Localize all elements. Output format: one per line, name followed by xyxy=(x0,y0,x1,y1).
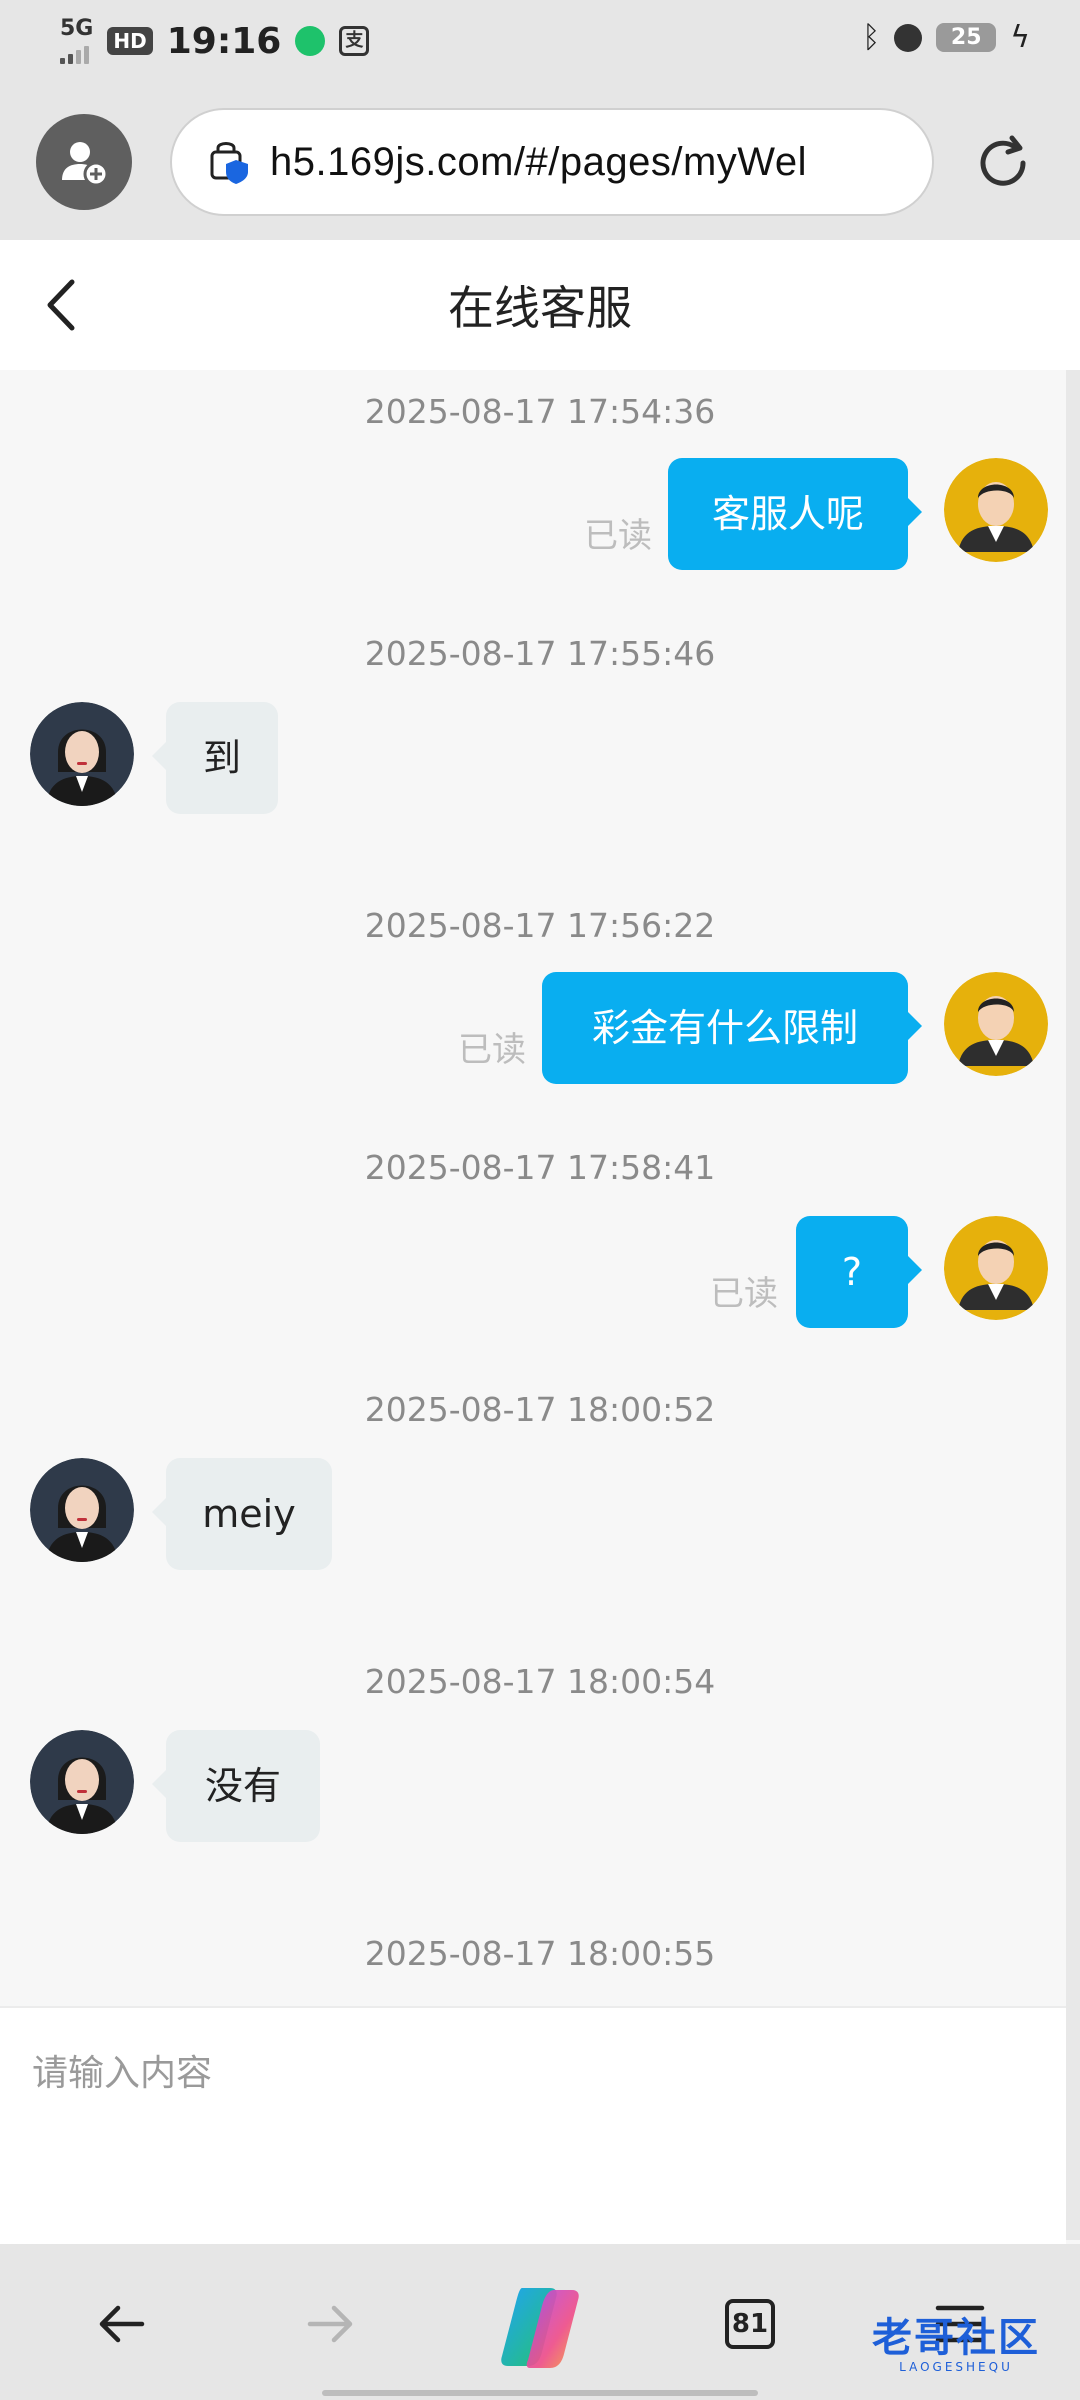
read-status: 已读 xyxy=(710,1274,778,1314)
back-arrow-icon xyxy=(99,2305,145,2343)
browser-toolbar: h5.169js.com/#/pages/myWel xyxy=(0,82,1080,240)
message-timestamp: 2025-08-17 17:54:36 xyxy=(364,392,716,431)
tabs-button[interactable]: 81 xyxy=(710,2284,790,2364)
back-button[interactable] xyxy=(82,2284,162,2364)
address-bar[interactable]: h5.169js.com/#/pages/myWel xyxy=(170,108,934,216)
man-avatar-icon xyxy=(944,1216,1048,1320)
message-timestamp: 2025-08-17 18:00:55 xyxy=(364,1934,716,1973)
agent-message-bubble[interactable]: meiy xyxy=(152,1458,332,1570)
message-composer xyxy=(0,2008,1066,2244)
network-type: 5G xyxy=(60,16,94,41)
add-profile-icon xyxy=(62,142,109,187)
user-avatar[interactable] xyxy=(944,1216,1048,1320)
message-timestamp: 2025-08-17 18:00:52 xyxy=(364,1390,716,1429)
user-message-bubble[interactable]: 彩金有什么限制 xyxy=(542,972,922,1084)
alarm-icon xyxy=(894,23,923,52)
agent-message-bubble[interactable]: 没有 xyxy=(152,1730,320,1842)
woman-avatar-icon xyxy=(30,702,134,806)
agent-avatar[interactable] xyxy=(30,702,134,806)
copilot-icon xyxy=(501,2288,579,2368)
status-bar: 5G HD 19:16 支 ᛒ 25 ϟ xyxy=(0,0,1080,82)
woman-avatar-icon xyxy=(30,1458,134,1562)
man-avatar-icon xyxy=(944,972,1048,1076)
app-notification-icon xyxy=(295,26,326,56)
user-avatar[interactable] xyxy=(944,972,1048,1076)
watermark-logo: 老哥社区 LAOGESHEQU xyxy=(872,2315,1040,2374)
message-timestamp: 2025-08-17 17:56:22 xyxy=(364,906,716,945)
charging-icon: ϟ xyxy=(1010,20,1030,55)
scrollbar[interactable] xyxy=(1066,370,1080,2240)
agent-avatar[interactable] xyxy=(30,1730,134,1834)
read-status: 已读 xyxy=(458,1030,526,1070)
message-input[interactable] xyxy=(30,2032,1034,2114)
clock: 19:16 xyxy=(166,20,282,62)
reload-icon[interactable] xyxy=(968,128,1038,198)
home-indicator[interactable] xyxy=(322,2390,758,2396)
agent-message-bubble[interactable]: 到 xyxy=(152,702,278,814)
hd-icon: HD xyxy=(107,27,153,55)
agent-avatar[interactable] xyxy=(30,1458,134,1562)
battery-icon: 25 xyxy=(936,23,997,52)
message-timestamp: 2025-08-17 17:55:46 xyxy=(364,634,716,673)
profile-button[interactable] xyxy=(36,114,132,210)
read-status: 已读 xyxy=(584,516,652,556)
message-timestamp: 2025-08-17 17:58:41 xyxy=(364,1148,716,1187)
tabs-count: 81 xyxy=(725,2299,775,2349)
chat-messages[interactable]: 2025-08-17 17:54:36 已读 客服人呢 2025-08-17 1… xyxy=(0,370,1066,1982)
page-title: 在线客服 xyxy=(448,281,632,335)
bluetooth-icon: ᛒ xyxy=(862,20,881,55)
user-message-bubble[interactable]: 客服人呢 xyxy=(668,458,922,570)
user-message-bubble[interactable]: ? xyxy=(796,1216,922,1328)
url-text: h5.169js.com/#/pages/myWel xyxy=(270,139,807,184)
copilot-button[interactable] xyxy=(488,2276,592,2380)
woman-avatar-icon xyxy=(30,1730,134,1834)
app-store-icon: 支 xyxy=(339,26,370,56)
user-avatar[interactable] xyxy=(944,458,1048,562)
forward-button[interactable] xyxy=(290,2284,370,2364)
forward-arrow-icon xyxy=(307,2305,353,2343)
site-security-icon xyxy=(210,142,248,184)
app-header: 在线客服 xyxy=(0,240,1080,370)
signal-icon xyxy=(60,40,89,64)
message-timestamp: 2025-08-17 18:00:54 xyxy=(364,1662,716,1701)
man-avatar-icon xyxy=(944,458,1048,562)
